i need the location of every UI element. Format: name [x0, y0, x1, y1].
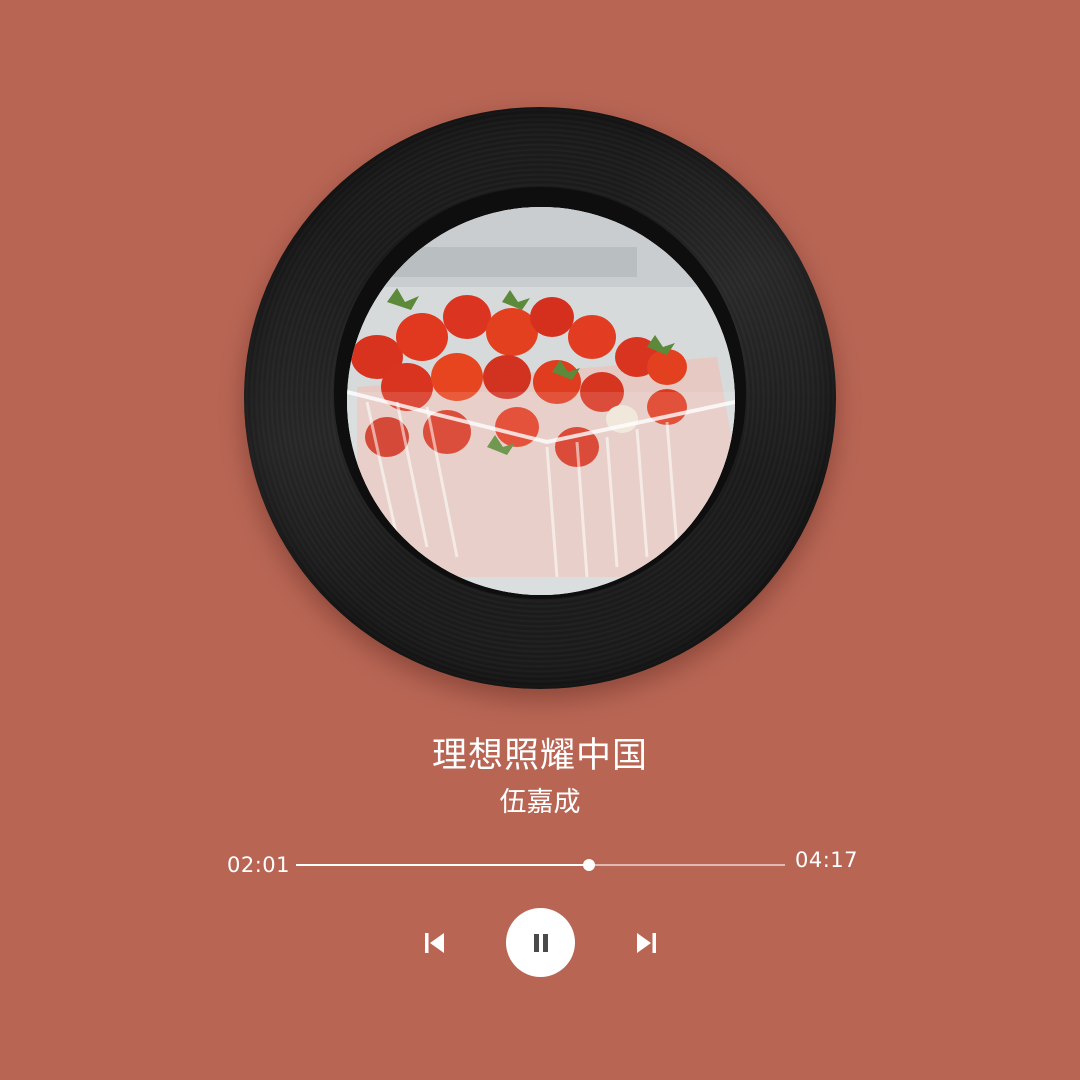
progress-fill: [296, 864, 590, 866]
skip-next-icon: [637, 933, 656, 953]
skip-previous-icon: [425, 933, 444, 953]
progress-bar[interactable]: [296, 859, 785, 871]
pause-button[interactable]: [506, 908, 575, 977]
pause-icon: [533, 933, 548, 952]
album-cover-art: [347, 207, 735, 595]
current-time: 02:01: [227, 853, 291, 877]
progress-thumb[interactable]: [583, 859, 596, 871]
previous-track-button[interactable]: [420, 928, 450, 958]
song-title: 理想照耀中国: [431, 736, 648, 776]
next-track-button[interactable]: [631, 928, 661, 958]
total-time: 04:17: [795, 848, 859, 872]
artist-name: 伍嘉成: [499, 787, 581, 818]
